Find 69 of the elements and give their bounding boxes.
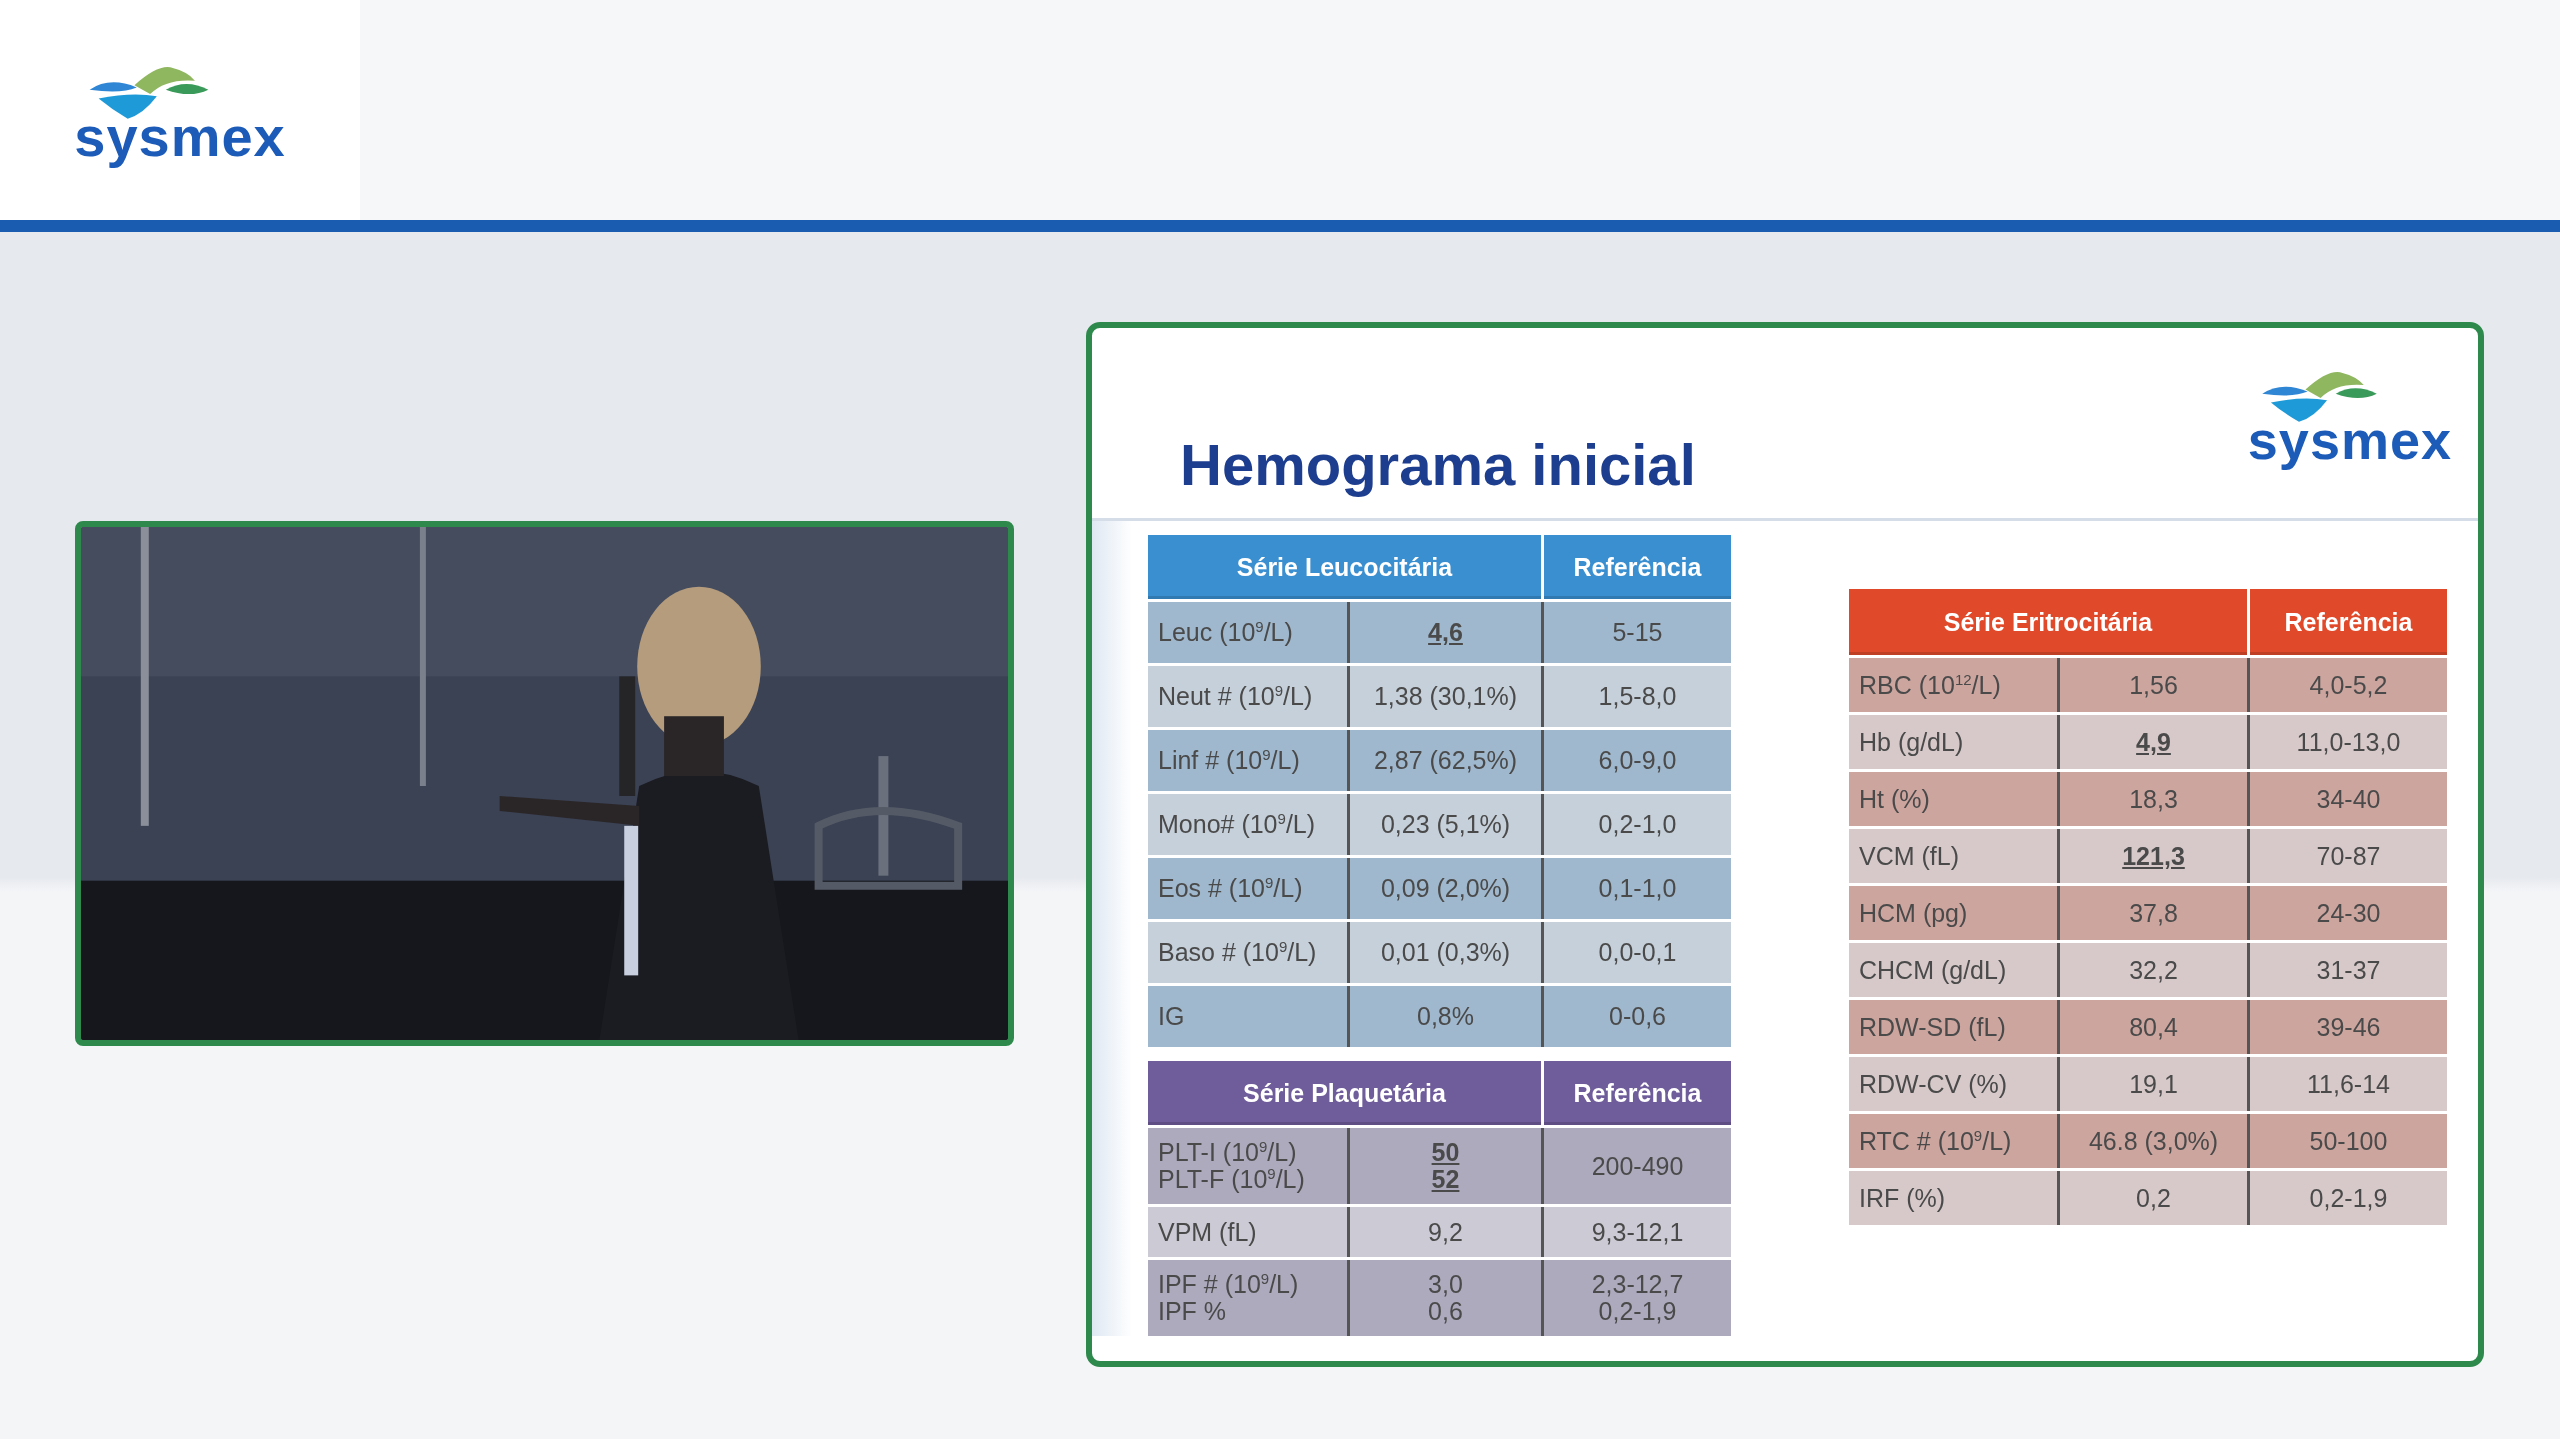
reference-cell: 4,0-5,2: [2247, 658, 2447, 712]
parameter-cell: Mono# (10$^{9}$/L): [1148, 794, 1347, 855]
reference-cell: 0,2-1,9: [2247, 1171, 2447, 1225]
reference-cell: 34-40: [2247, 772, 2447, 826]
parameter-cell: IRF (%): [1849, 1171, 2057, 1225]
reference-cell: 200-490: [1541, 1128, 1731, 1204]
result-cell: 0,2: [2057, 1171, 2247, 1225]
result-cell: 1,38 (30,1%): [1347, 666, 1541, 727]
parameter-cell: RBC (10$^{12}$/L): [1849, 658, 2057, 712]
column-header: Série Eritrocitária: [1849, 589, 2247, 655]
parameter-cell: RDW-SD (fL): [1849, 1000, 2057, 1054]
result-cell: 2,87 (62,5%): [1347, 730, 1541, 791]
parameter-cell: VCM (fL): [1849, 829, 2057, 883]
parameter-cell: Hb (g/dL): [1849, 715, 2057, 769]
parameter-cell: RTC # (10$^{9}$/L): [1849, 1114, 2057, 1168]
parameter-cell: CHCM (g/dL): [1849, 943, 2057, 997]
result-cell: 50 52: [1347, 1128, 1541, 1204]
result-cell: 9,2: [1347, 1207, 1541, 1257]
reference-cell: 50-100: [2247, 1114, 2447, 1168]
parameter-cell: Leuc (10$^{9}$/L): [1148, 602, 1347, 663]
parameter-cell: IG: [1148, 986, 1347, 1047]
reference-cell: 5-15: [1541, 602, 1731, 663]
parameter-cell: Linf # (10$^{9}$/L): [1148, 730, 1347, 791]
column-header: Referência: [2247, 589, 2447, 655]
result-cell: 0,23 (5,1%): [1347, 794, 1541, 855]
parameter-cell: VPM (fL): [1148, 1207, 1347, 1257]
reference-cell: 11,6-14: [2247, 1057, 2447, 1111]
result-cell: 18,3: [2057, 772, 2247, 826]
result-cell: 0,01 (0,3%): [1347, 922, 1541, 983]
reference-cell: 6,0-9,0: [1541, 730, 1731, 791]
result-cell: 1,56: [2057, 658, 2247, 712]
reference-cell: 0,1-1,0: [1541, 858, 1731, 919]
result-cell: 32,2: [2057, 943, 2247, 997]
result-cell: 4,6: [1347, 602, 1541, 663]
result-cell: 121,3: [2057, 829, 2247, 883]
reference-cell: 0,2-1,0: [1541, 794, 1731, 855]
reference-cell: 11,0-13,0: [2247, 715, 2447, 769]
reference-cell: 1,5-8,0: [1541, 666, 1731, 727]
result-cell: 37,8: [2057, 886, 2247, 940]
column-header: Série Plaquetária: [1148, 1061, 1541, 1125]
reference-cell: 0,0-0,1: [1541, 922, 1731, 983]
slide-title: Hemograma inicial: [1180, 431, 1696, 498]
parameter-cell: IPF # (10$^{9}$/L) IPF %: [1148, 1260, 1347, 1336]
parameter-cell: PLT-I (10$^{9}$/L) PLT-F (10$^{9}$/L): [1148, 1128, 1347, 1204]
parameter-cell: RDW-CV (%): [1849, 1057, 2057, 1111]
parameter-cell: Neut # (10$^{9}$/L): [1148, 666, 1347, 727]
parameter-cell: Baso # (10$^{9}$/L): [1148, 922, 1347, 983]
result-cell: 4,9: [2057, 715, 2247, 769]
column-header: Referência: [1541, 535, 1731, 599]
reference-cell: 0-0,6: [1541, 986, 1731, 1047]
logo-text: sysmex: [74, 109, 286, 166]
reference-cell: 39-46: [2247, 1000, 2447, 1054]
result-cell: 3,0 0,6: [1347, 1260, 1541, 1336]
result-cell: 46.8 (3,0%): [2057, 1114, 2247, 1168]
parameter-cell: Ht (%): [1849, 772, 2057, 826]
parameter-cell: HCM (pg): [1849, 886, 2057, 940]
reference-cell: 9,3-12,1: [1541, 1207, 1731, 1257]
logo-text: sysmex: [2247, 413, 2452, 468]
reference-cell: 31-37: [2247, 943, 2447, 997]
column-header: Referência: [1541, 1061, 1731, 1125]
parameter-cell: Eos # (10$^{9}$/L): [1148, 858, 1347, 919]
column-header: Série Leucocitária: [1148, 535, 1541, 599]
reference-cell: 70-87: [2247, 829, 2447, 883]
result-cell: 19,1: [2057, 1057, 2247, 1111]
reference-cell: 2,3-12,7 0,2-1,9: [1541, 1260, 1731, 1336]
result-cell: 0,09 (2,0%): [1347, 858, 1541, 919]
reference-cell: 24-30: [2247, 886, 2447, 940]
result-cell: 80,4: [2057, 1000, 2247, 1054]
result-cell: 0,8%: [1347, 986, 1541, 1047]
